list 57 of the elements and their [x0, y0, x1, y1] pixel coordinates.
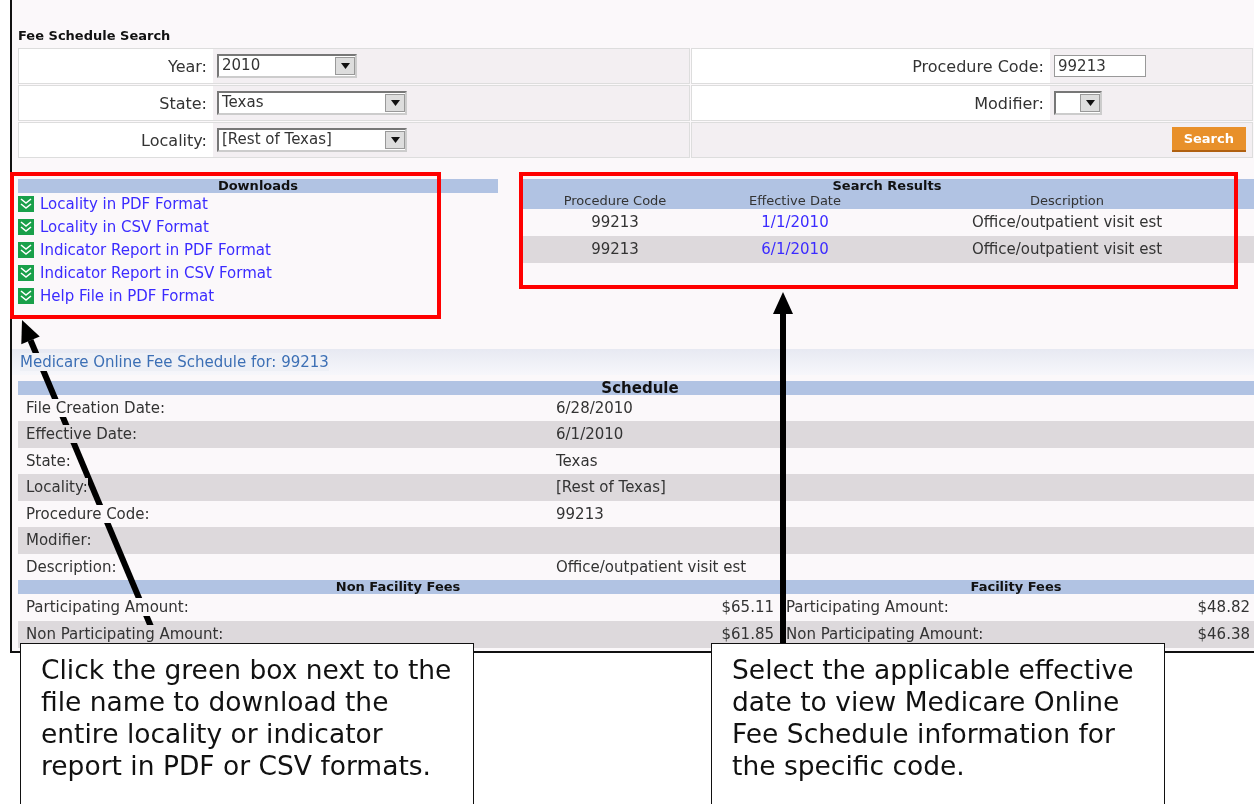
dropdown[interactable] — [1054, 90, 1102, 115]
download-link[interactable]: Indicator Report in PDF Format — [40, 238, 271, 262]
download-icon[interactable] — [18, 242, 34, 258]
download-icon[interactable] — [18, 196, 34, 212]
field-label: Year: — [19, 48, 213, 83]
field-label: Locality: — [19, 122, 213, 157]
row-label: File Creation Date: — [26, 398, 165, 417]
input-field[interactable]: 99213 — [1054, 54, 1146, 77]
caret-icon — [1080, 93, 1100, 112]
row-label: Locality: — [26, 478, 88, 496]
section-header: Downloads — [18, 178, 498, 193]
row-label: Non Participating Amount: — [26, 625, 224, 643]
row-label: Participating Amount: — [26, 598, 189, 616]
section-header: Schedule — [18, 380, 1254, 395]
section-header: Non Facility Fees — [18, 580, 778, 594]
field-label: State: — [19, 85, 213, 120]
table-cell: 99213 — [520, 235, 710, 263]
section-header: Facility Fees — [778, 580, 1254, 594]
row-label: Description: — [26, 557, 117, 576]
row-value: Texas — [555, 450, 599, 472]
caret-icon — [385, 93, 405, 112]
download-link[interactable]: Help File in PDF Format — [40, 284, 215, 308]
field-label: Procedure Code: — [692, 48, 1050, 83]
caret-icon — [385, 130, 405, 149]
callout-text: Select the applicable effective date to view Medicare Online Fee Schedule information for the specific code. — [711, 643, 1165, 804]
callout-text: Click the green box next to the file name to download the entire locality or indicator report in PDF or CSV formats. — [20, 643, 474, 804]
download-icon[interactable] — [18, 288, 34, 304]
row-label: Participating Amount: — [786, 598, 949, 616]
fee-amount: $46.38 — [1197, 624, 1251, 645]
dropdown[interactable]: [Rest of Texas] — [217, 127, 407, 152]
download-icon[interactable] — [18, 265, 34, 281]
fee-amount: $65.11 — [721, 597, 775, 618]
row-label: Effective Date: — [26, 425, 138, 443]
row-label: Non Participating Amount: — [786, 625, 984, 643]
download-link[interactable]: Locality in CSV Format — [40, 215, 209, 239]
download-icon[interactable] — [18, 219, 34, 235]
section-header: Search Results — [520, 178, 1254, 193]
fee-amount: $48.82 — [1197, 597, 1251, 618]
row-value: 6/1/2010 — [548, 421, 1254, 448]
table-cell-text: Office/outpatient visit est — [970, 211, 1164, 233]
field-label: Modifier: — [692, 85, 1050, 120]
download-link[interactable]: Indicator Report in CSV Format — [40, 261, 272, 285]
row-value: 99213 — [555, 503, 605, 525]
download-link[interactable]: Locality in PDF Format — [40, 192, 208, 216]
row-value: 6/28/2010 — [555, 397, 634, 419]
row-label: Procedure Code: — [26, 504, 150, 523]
dropdown[interactable]: 2010 — [217, 53, 357, 78]
table-cell-text: 99213 — [590, 211, 640, 233]
date-link[interactable]: 1/1/2010 — [761, 212, 829, 231]
table-cell: Office/outpatient visit est — [880, 235, 1254, 263]
row-value: Office/outpatient visit est — [555, 556, 748, 578]
caret-icon — [335, 56, 355, 75]
schedule-heading: Medicare Online Fee Schedule for: 99213 — [20, 352, 329, 371]
form-title: Fee Schedule Search — [18, 27, 172, 45]
row-value: [Rest of Texas] — [548, 474, 1254, 501]
fee-amount: $61.85 — [721, 624, 775, 645]
dropdown[interactable]: Texas — [217, 90, 407, 115]
